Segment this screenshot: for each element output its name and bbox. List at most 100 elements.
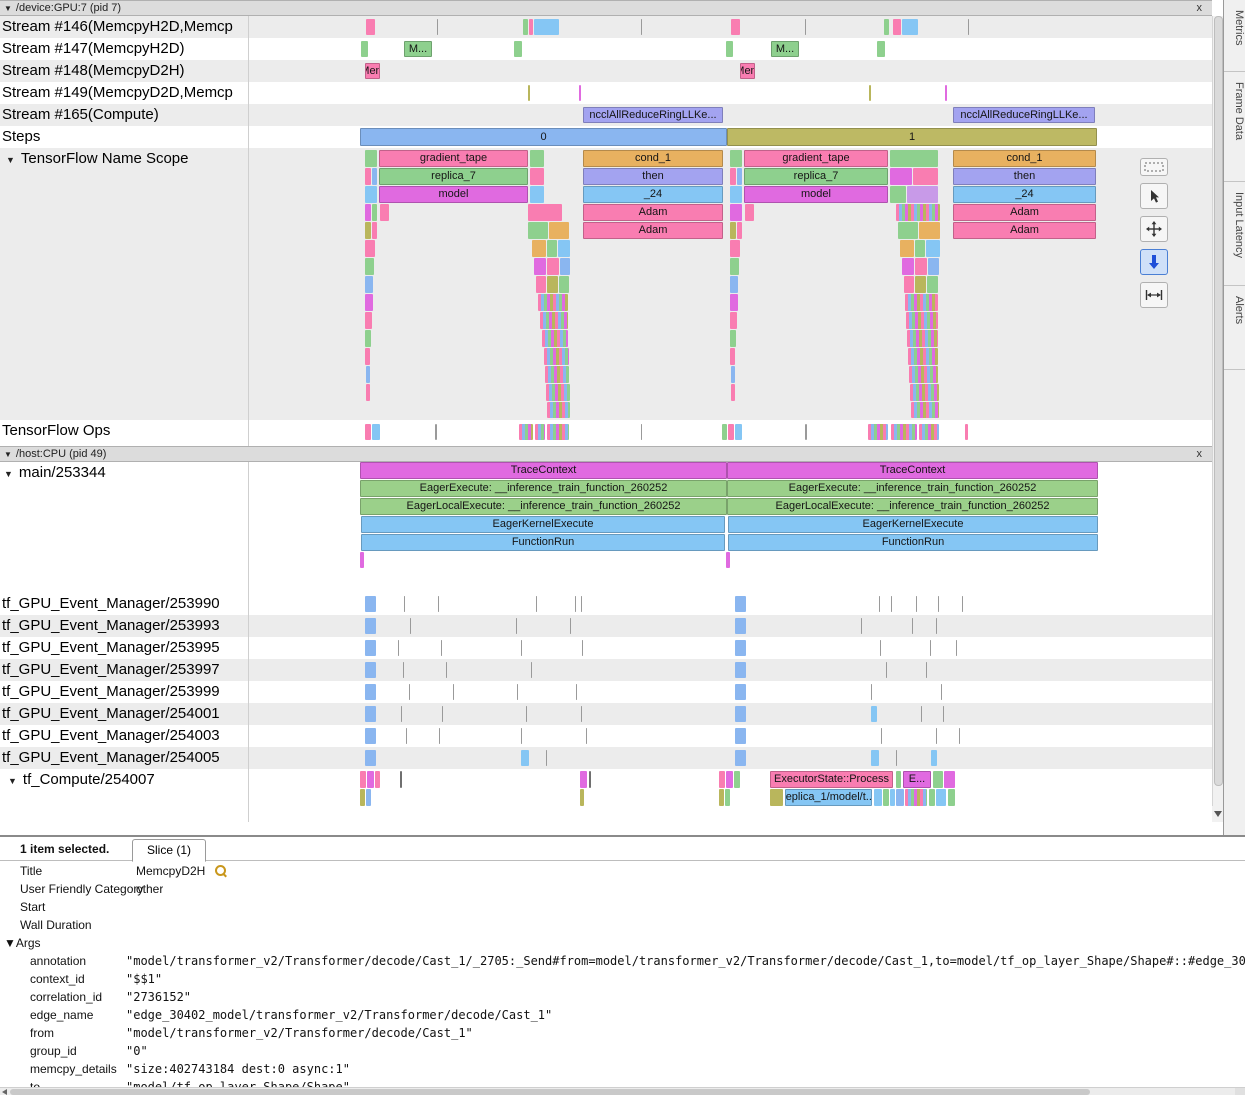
trace-event[interactable] bbox=[915, 240, 925, 257]
trace-event[interactable] bbox=[439, 728, 440, 744]
trace-event[interactable] bbox=[360, 789, 365, 806]
trace-event[interactable] bbox=[730, 150, 742, 167]
tab-metrics[interactable]: Metrics bbox=[1224, 0, 1245, 72]
trace-event[interactable] bbox=[365, 662, 376, 678]
trace-event[interactable] bbox=[365, 596, 376, 612]
pan-tool-button[interactable] bbox=[1140, 216, 1168, 242]
track-label-main-253344[interactable]: ▼main/253344 bbox=[0, 463, 246, 483]
trace-event[interactable] bbox=[360, 771, 366, 788]
trace-event[interactable] bbox=[365, 186, 377, 203]
trace-event[interactable] bbox=[441, 640, 442, 656]
trace-event[interactable] bbox=[948, 789, 955, 806]
trace-event[interactable] bbox=[547, 424, 569, 440]
trace-event[interactable]: Adam bbox=[583, 222, 723, 239]
trace-event[interactable] bbox=[905, 294, 938, 311]
trace-event[interactable] bbox=[516, 618, 517, 634]
trace-event[interactable]: Mem bbox=[365, 63, 380, 79]
trace-event[interactable] bbox=[770, 789, 783, 806]
trace-event[interactable]: EagerLocalExecute: __inference_train_fun… bbox=[360, 498, 727, 515]
trace-event[interactable] bbox=[526, 706, 527, 722]
trace-event[interactable] bbox=[514, 41, 522, 57]
trace-event[interactable] bbox=[546, 384, 570, 401]
trace-event[interactable] bbox=[546, 750, 547, 766]
trace-event[interactable]: ExecutorState::Process bbox=[770, 771, 893, 788]
trace-event[interactable] bbox=[868, 424, 888, 440]
trace-event[interactable]: EagerExecute: __inference_train_function… bbox=[727, 480, 1098, 497]
trace-event[interactable] bbox=[528, 204, 562, 221]
trace-event[interactable] bbox=[547, 240, 557, 257]
trace-event[interactable] bbox=[517, 684, 518, 700]
trace-event[interactable] bbox=[366, 789, 371, 806]
track-label-stream-148[interactable]: Stream #148(MemcpyD2H) bbox=[0, 61, 246, 81]
trace-event[interactable] bbox=[372, 424, 380, 440]
tab-alerts[interactable]: Alerts bbox=[1224, 286, 1245, 370]
track-label-event-manager-254003[interactable]: tf_GPU_Event_Manager/254003 bbox=[0, 726, 246, 746]
zoom-tool-button[interactable] bbox=[1140, 249, 1168, 275]
trace-event[interactable] bbox=[575, 596, 576, 612]
trace-event[interactable]: FunctionRun bbox=[728, 534, 1098, 551]
tab-input-latency[interactable]: Input Latency bbox=[1224, 182, 1245, 286]
trace-event[interactable] bbox=[446, 662, 447, 678]
trace-event[interactable] bbox=[915, 276, 926, 293]
trace-event[interactable]: FunctionRun bbox=[361, 534, 725, 551]
trace-event[interactable] bbox=[893, 19, 901, 35]
trace-event[interactable] bbox=[890, 789, 895, 806]
trace-event[interactable] bbox=[361, 41, 368, 57]
track-label-event-manager-253997[interactable]: tf_GPU_Event_Manager/253997 bbox=[0, 660, 246, 680]
trace-event[interactable] bbox=[871, 750, 879, 766]
trace-event[interactable] bbox=[735, 662, 746, 678]
trace-event[interactable] bbox=[375, 771, 380, 788]
trace-event[interactable] bbox=[909, 366, 938, 383]
tab-slice[interactable]: Slice (1) bbox=[132, 839, 206, 862]
trace-event[interactable] bbox=[372, 168, 377, 185]
track-label-steps[interactable]: Steps bbox=[0, 127, 246, 147]
track-label-event-manager-253995[interactable]: tf_GPU_Event_Manager/253995 bbox=[0, 638, 246, 658]
trace-event[interactable] bbox=[921, 706, 922, 722]
trace-event[interactable] bbox=[926, 240, 940, 257]
trace-event[interactable] bbox=[365, 276, 373, 293]
trace-event[interactable] bbox=[580, 771, 587, 788]
trace-event[interactable] bbox=[962, 596, 963, 612]
trace-event[interactable] bbox=[938, 596, 939, 612]
trace-event[interactable] bbox=[535, 424, 545, 440]
trace-event[interactable] bbox=[523, 19, 528, 35]
collapse-icon[interactable]: ▼ bbox=[4, 469, 13, 479]
select-tool-button[interactable] bbox=[1140, 183, 1168, 209]
trace-event[interactable] bbox=[911, 402, 939, 418]
trace-event[interactable] bbox=[907, 186, 938, 203]
trace-event[interactable] bbox=[879, 596, 880, 612]
trace-event[interactable] bbox=[877, 41, 885, 57]
trace-event[interactable] bbox=[366, 384, 370, 401]
trace-event[interactable] bbox=[891, 596, 892, 612]
trace-event[interactable] bbox=[410, 618, 411, 634]
trace-event[interactable] bbox=[730, 294, 738, 311]
trace-event[interactable] bbox=[730, 330, 736, 347]
trace-event[interactable] bbox=[871, 684, 872, 700]
trace-event[interactable] bbox=[730, 204, 742, 221]
trace-event[interactable] bbox=[380, 204, 389, 221]
trace-event[interactable] bbox=[936, 728, 937, 744]
trace-event[interactable] bbox=[365, 168, 371, 185]
trace-event[interactable] bbox=[641, 424, 642, 440]
trace-event[interactable] bbox=[896, 771, 901, 788]
trace-event[interactable] bbox=[734, 771, 740, 788]
trace-event[interactable] bbox=[737, 168, 742, 185]
trace-event[interactable] bbox=[521, 728, 522, 744]
trace-event[interactable] bbox=[521, 640, 522, 656]
trace-event[interactable]: then bbox=[583, 168, 723, 185]
trace-event[interactable] bbox=[726, 771, 733, 788]
track-label-event-manager-253999[interactable]: tf_GPU_Event_Manager/253999 bbox=[0, 682, 246, 702]
trace-event[interactable] bbox=[453, 684, 454, 700]
trace-event[interactable] bbox=[896, 750, 897, 766]
trace-event[interactable] bbox=[726, 41, 733, 57]
track-label-stream-146[interactable]: Stream #146(MemcpyH2D,Memcp bbox=[0, 17, 246, 37]
trace-event[interactable] bbox=[805, 424, 807, 440]
trace-event[interactable] bbox=[881, 728, 882, 744]
trace-event[interactable] bbox=[442, 706, 443, 722]
trace-event[interactable] bbox=[559, 276, 569, 293]
trace-event[interactable] bbox=[409, 684, 410, 700]
trace-event[interactable] bbox=[589, 771, 591, 788]
trace-event[interactable]: Mem bbox=[740, 63, 755, 79]
trace-event[interactable] bbox=[902, 258, 914, 275]
trace-event[interactable] bbox=[365, 312, 372, 329]
